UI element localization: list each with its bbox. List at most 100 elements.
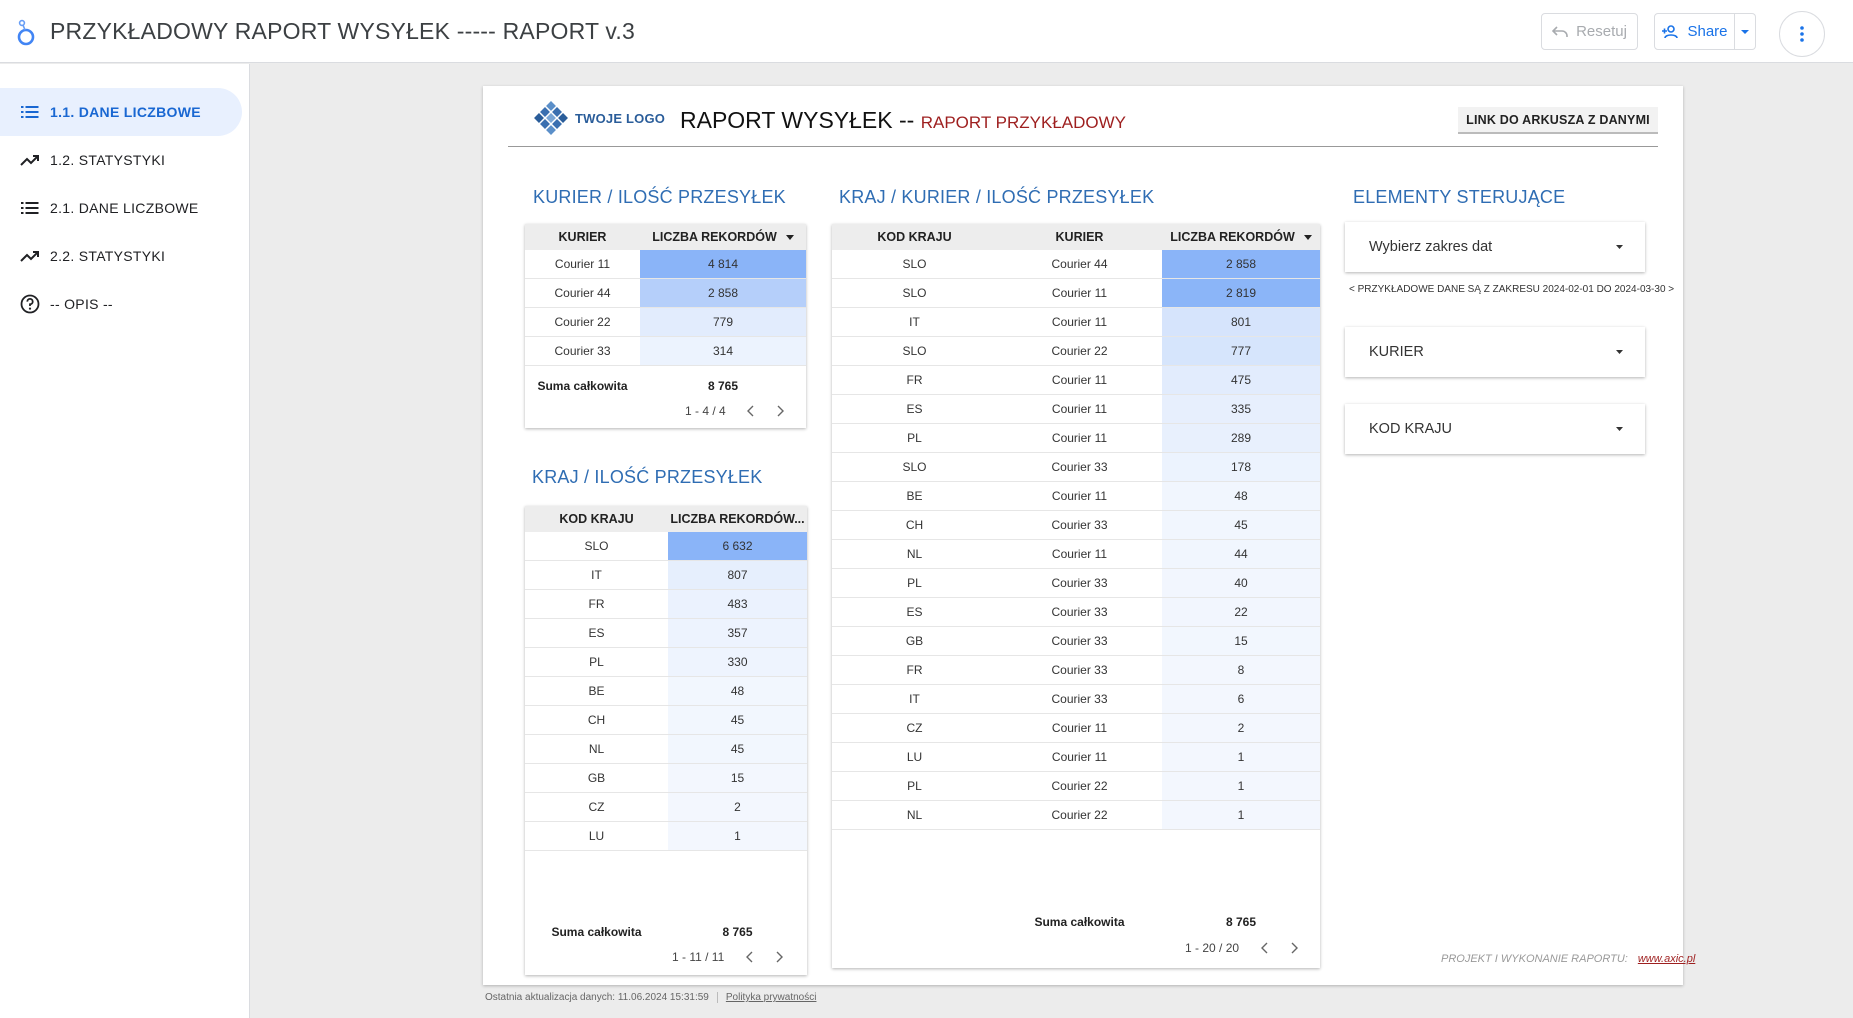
table-row[interactable]: FR Courier 33 8 <box>832 656 1320 685</box>
table-row[interactable]: CH Courier 33 45 <box>832 511 1320 540</box>
table-row[interactable]: BE 48 <box>525 677 807 706</box>
table-row[interactable]: SLO Courier 33 178 <box>832 453 1320 482</box>
table-row[interactable]: CZ Courier 11 2 <box>832 714 1320 743</box>
report-subtitle: RAPORT PRZYKŁADOWY <box>920 113 1127 132</box>
table-row[interactable]: SLO Courier 22 777 <box>832 337 1320 366</box>
table-row[interactable]: LU 1 <box>525 822 807 851</box>
table-row[interactable]: Courier 33 314 <box>525 337 806 366</box>
table-row[interactable]: CZ 2 <box>525 793 807 822</box>
table-cell-kurier: Courier 33 <box>554 344 611 358</box>
share-button[interactable]: Share <box>1654 13 1735 50</box>
table-row[interactable]: PL Courier 22 1 <box>832 772 1320 801</box>
table-row[interactable]: SLO Courier 44 2 858 <box>832 250 1320 279</box>
more-options-button[interactable] <box>1779 11 1825 57</box>
column-header-count[interactable]: LICZBA REKORDÓW... <box>668 506 807 532</box>
table-row[interactable]: BE Courier 11 48 <box>832 482 1320 511</box>
table-row[interactable]: ES Courier 11 335 <box>832 395 1320 424</box>
table-cell-kod-kraju: LU <box>906 750 923 764</box>
kurier-filter-label: KURIER <box>1369 344 1424 360</box>
dropdown-arrow-icon <box>1616 245 1623 249</box>
table-row[interactable]: GB Courier 33 15 <box>832 627 1320 656</box>
reset-button[interactable]: Resetuj <box>1541 13 1638 50</box>
table-row[interactable]: GB 15 <box>525 764 807 793</box>
chevron-right-icon[interactable] <box>774 951 784 963</box>
sidebar-item-label: 2.1. DANE LICZBOWE <box>50 200 199 216</box>
table-row[interactable]: IT 807 <box>525 561 807 590</box>
table-row[interactable]: LU Courier 11 1 <box>832 743 1320 772</box>
table-row[interactable]: Courier 44 2 858 <box>525 279 806 308</box>
table-row[interactable]: FR Courier 11 475 <box>832 366 1320 395</box>
table-row[interactable]: NL Courier 11 44 <box>832 540 1320 569</box>
table-row[interactable]: SLO Courier 11 2 819 <box>832 279 1320 308</box>
add-person-icon <box>1662 24 1679 38</box>
sidebar-item-1-1[interactable]: 1.1. DANE LICZBOWE <box>0 88 242 136</box>
chevron-right-icon[interactable] <box>1289 942 1299 954</box>
table-row[interactable]: PL Courier 33 40 <box>832 569 1320 598</box>
table-row[interactable]: Courier 11 4 814 <box>525 250 806 279</box>
column-header-kurier[interactable]: KURIER <box>997 224 1162 250</box>
table-row[interactable]: IT Courier 33 6 <box>832 685 1320 714</box>
kraj-table: KOD KRAJU LICZBA REKORDÓW... SLO 6 632 IT 8… <box>525 506 807 975</box>
table-cell-count: 6 <box>1162 685 1320 713</box>
sidebar-item-1-2[interactable]: 1.2. STATYSTYKI <box>0 136 242 184</box>
table-row[interactable]: ES 357 <box>525 619 807 648</box>
trending-up-icon <box>20 150 40 170</box>
kod-kraju-filter-control[interactable]: KOD KRAJU <box>1345 404 1645 454</box>
column-header-kod-kraju[interactable]: KOD KRAJU <box>832 224 997 250</box>
table-cell-kod-kraju: FR <box>906 373 923 387</box>
table-row[interactable]: SLO 6 632 <box>525 532 807 561</box>
table-row[interactable]: PL 330 <box>525 648 807 677</box>
column-header-count[interactable]: LICZBA REKORDÓW <box>640 224 806 250</box>
chevron-left-icon[interactable] <box>746 405 756 417</box>
sidebar-item-2-2[interactable]: 2.2. STATYSTYKI <box>0 232 242 280</box>
kurier-filter-control[interactable]: KURIER <box>1345 327 1645 377</box>
caret-down-icon <box>1740 29 1749 34</box>
column-header-kod-kraju[interactable]: KOD KRAJU <box>525 506 668 532</box>
credit-text: PROJEKT I WYKONANIE RAPORTU: <box>1441 953 1628 965</box>
table-cell-kod-kraju: BE <box>588 684 605 698</box>
table-cell-kod-kraju: IT <box>909 692 920 706</box>
section-title-kurier: KURIER / ILOŚĆ PRZESYŁEK <box>533 187 786 207</box>
more-vert-icon <box>1800 26 1804 42</box>
share-options-button[interactable] <box>1734 13 1756 50</box>
table-row[interactable]: NL Courier 22 1 <box>832 801 1320 830</box>
chevron-left-icon[interactable] <box>1259 942 1269 954</box>
table-row[interactable]: CH 45 <box>525 706 807 735</box>
sidebar-item-opis[interactable]: -- OPIS -- <box>0 280 242 328</box>
sidebar-item-label: 1.1. DANE LICZBOWE <box>50 104 201 120</box>
dropdown-arrow-icon <box>1616 427 1623 431</box>
table-row[interactable]: IT Courier 11 801 <box>832 308 1320 337</box>
credit-link[interactable]: www.axic.pl <box>1638 953 1695 965</box>
table-row[interactable]: NL 45 <box>525 735 807 764</box>
column-header-kurier[interactable]: KURIER <box>525 224 640 250</box>
table-cell-count: 483 <box>668 590 807 618</box>
data-sheet-link-button[interactable]: LINK DO ARKUSZA Z DANYMI <box>1458 107 1658 134</box>
sidebar-item-2-1[interactable]: 2.1. DANE LICZBOWE <box>0 184 242 232</box>
section-title-controls: ELEMENTY STERUJĄCE <box>1353 187 1566 207</box>
table-row[interactable]: FR 483 <box>525 590 807 619</box>
help-icon <box>20 294 40 314</box>
table-cell-kurier: Courier 44 <box>554 286 611 300</box>
table-cell-count: 1 <box>1162 772 1320 800</box>
table-row[interactable]: ES Courier 33 22 <box>832 598 1320 627</box>
table-cell-kod-kraju: PL <box>907 779 922 793</box>
table-cell-kurier: Courier 22 <box>1051 344 1108 358</box>
table-header: KURIER LICZBA REKORDÓW <box>525 224 806 250</box>
table-row[interactable]: Courier 22 779 <box>525 308 806 337</box>
chevron-left-icon[interactable] <box>744 951 754 963</box>
date-range-control[interactable]: Wybierz zakres dat <box>1345 222 1645 272</box>
table-cell-count: 801 <box>1162 308 1320 336</box>
column-header-count[interactable]: LICZBA REKORDÓW <box>1162 224 1320 250</box>
table-cell-kod-kraju: BE <box>906 489 923 503</box>
table-cell-kurier: Courier 44 <box>1051 257 1108 271</box>
column-header-count-label: LICZBA REKORDÓW <box>652 230 777 244</box>
table-header: KOD KRAJU KURIER LICZBA REKORDÓW <box>832 224 1320 250</box>
table-row[interactable]: PL Courier 11 289 <box>832 424 1320 453</box>
total-value: 8 765 <box>707 379 739 393</box>
table-cell-kod-kraju: IT <box>909 315 920 329</box>
table-cell-kurier: Courier 33 <box>1051 692 1108 706</box>
chevron-right-icon[interactable] <box>776 405 786 417</box>
privacy-policy-link[interactable]: Polityka prywatności <box>726 992 817 1003</box>
table-cell-kod-kraju: PL <box>907 576 922 590</box>
table-cell-kurier: Courier 22 <box>1051 779 1108 793</box>
